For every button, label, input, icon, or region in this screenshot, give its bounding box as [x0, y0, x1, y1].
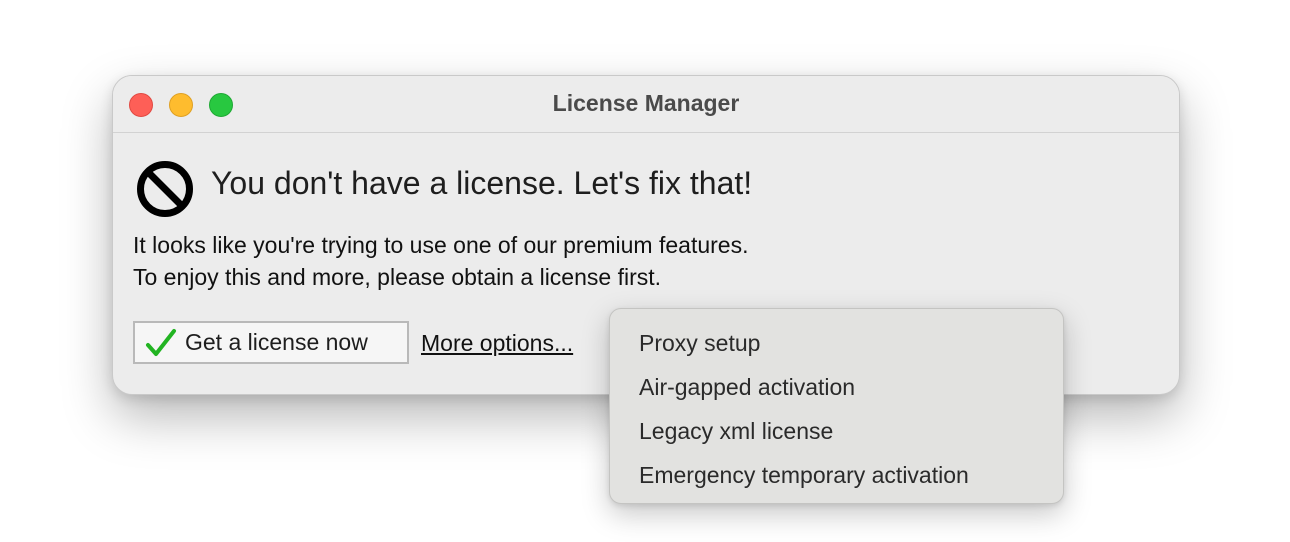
dialog-heading: You don't have a license. Let's fix that… — [211, 165, 753, 201]
get-license-label: Get a license now — [185, 329, 368, 355]
dialog-message: It looks like you're trying to use one o… — [133, 229, 748, 293]
window-title: License Manager — [552, 90, 740, 116]
more-options-link[interactable]: More options... — [421, 330, 573, 357]
checkmark-icon — [146, 328, 176, 356]
menu-item-proxy-setup[interactable]: Proxy setup — [610, 323, 1063, 367]
menu-item-legacy-xml-license[interactable]: Legacy xml license — [610, 411, 1063, 455]
screen: License Manager You don't have a license… — [0, 0, 1290, 542]
menu-item-air-gapped-activation[interactable]: Air-gapped activation — [610, 367, 1063, 411]
message-line-2: To enjoy this and more, please obtain a … — [133, 264, 662, 290]
menu-item-emergency-temporary-activation[interactable]: Emergency temporary activation — [610, 455, 1063, 499]
message-line-1: It looks like you're trying to use one o… — [133, 232, 749, 258]
prohibited-icon — [137, 161, 193, 217]
more-options-menu: Proxy setup Air-gapped activation Legacy… — [609, 308, 1064, 504]
title-bar[interactable]: License Manager — [113, 76, 1179, 133]
get-license-button[interactable]: Get a license now — [133, 321, 409, 364]
